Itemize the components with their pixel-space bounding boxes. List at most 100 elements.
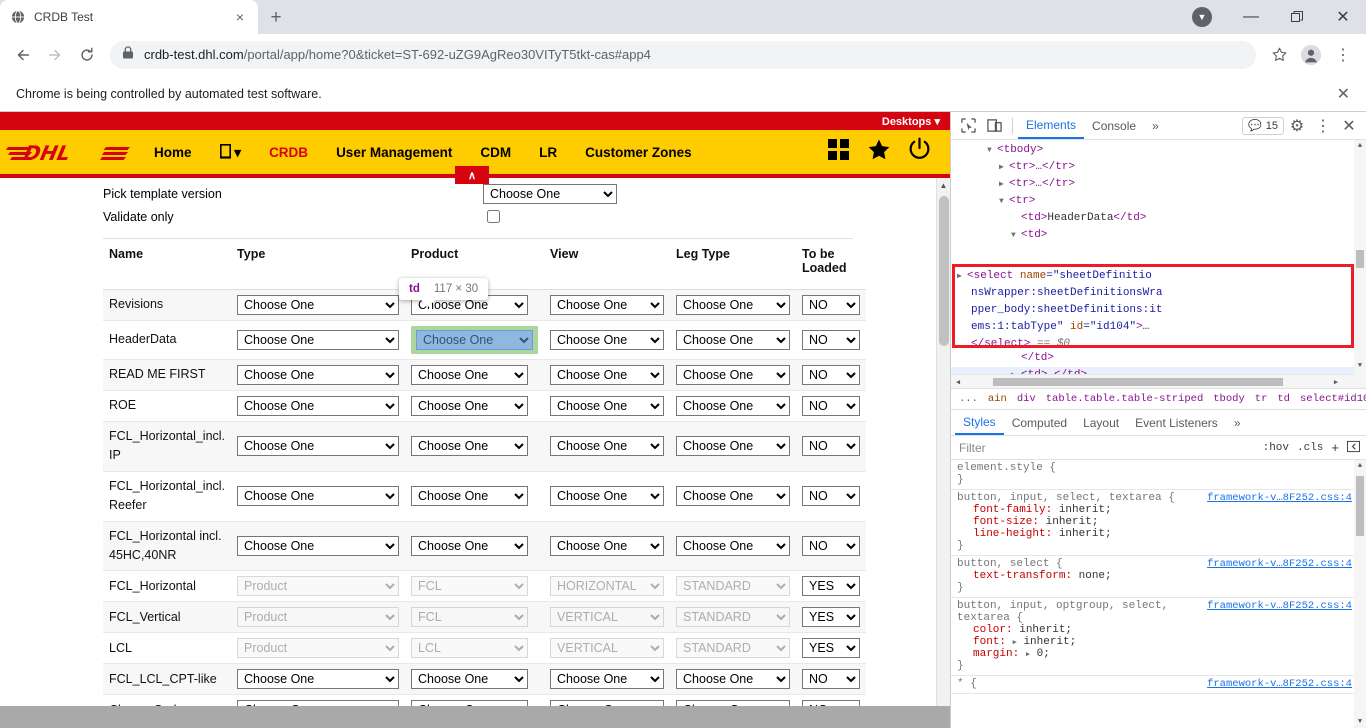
- nav-item-home[interactable]: Home: [140, 145, 206, 160]
- breadcrumb-item[interactable]: table.table.table-striped: [1041, 393, 1209, 405]
- dom-node[interactable]: </td>: [951, 350, 1355, 367]
- css-source-link[interactable]: framework-v…8F252.css:4: [1207, 678, 1352, 690]
- view-select[interactable]: HORIZONTAL: [550, 576, 665, 597]
- back-icon[interactable]: [8, 40, 38, 70]
- expand-triangle-icon[interactable]: ▶: [1013, 639, 1017, 647]
- profile-icon[interactable]: [1296, 40, 1326, 70]
- view-select[interactable]: Choose One: [550, 365, 665, 385]
- reload-icon[interactable]: [72, 40, 102, 70]
- css-rule[interactable]: button, input, optgroup, select, textarea…: [951, 598, 1366, 676]
- more-styles-tabs-icon[interactable]: »: [1226, 410, 1249, 435]
- type-select[interactable]: Choose One: [237, 330, 400, 350]
- close-icon[interactable]: ×: [232, 9, 248, 25]
- css-rule[interactable]: * {framework-v…8F252.css:4: [951, 676, 1366, 694]
- css-declaration[interactable]: font-family: inherit;: [957, 504, 1360, 516]
- dom-node[interactable]: ▼ <tr>: [951, 193, 1366, 210]
- scroll-up-icon[interactable]: ▲: [937, 178, 950, 192]
- disclosure-triangle-icon[interactable]: ▼: [1011, 227, 1021, 244]
- to-be-loaded-select[interactable]: NO: [802, 396, 861, 416]
- css-declaration[interactable]: text-transform: none;: [957, 570, 1360, 582]
- dom-node[interactable]: ▶ <tr>…</tr>: [951, 176, 1366, 193]
- css-source-link[interactable]: framework-v…8F252.css:4: [1207, 558, 1352, 570]
- view-select[interactable]: Choose One: [550, 396, 665, 416]
- nav-item-user-management[interactable]: User Management: [322, 145, 466, 160]
- styles-vertical-scrollbar[interactable]: ▲ ▼: [1354, 460, 1366, 728]
- disclosure-triangle-icon[interactable]: ▼: [999, 193, 1009, 210]
- type-select[interactable]: Product: [237, 607, 400, 628]
- view-select[interactable]: Choose One: [550, 295, 665, 315]
- breadcrumb-item[interactable]: tbody: [1208, 393, 1250, 405]
- type-select[interactable]: Product: [237, 576, 400, 597]
- type-select[interactable]: Choose One: [237, 396, 400, 416]
- highlighted-select-node[interactable]: ▶ <select name="sheetDefinitio nsWrapper:s…: [957, 268, 1349, 353]
- dom-node-line[interactable]: ▶ <select name="sheetDefinitio: [957, 268, 1349, 285]
- to-be-loaded-select[interactable]: NO: [802, 330, 861, 350]
- disclosure-triangle-icon[interactable]: ▶: [999, 176, 1009, 193]
- power-icon[interactable]: [907, 137, 932, 167]
- css-declaration[interactable]: margin: ▶ 0;: [957, 648, 1360, 660]
- hov-button[interactable]: :hov: [1263, 442, 1289, 454]
- to-be-loaded-select[interactable]: YES: [802, 576, 861, 597]
- to-be-loaded-select[interactable]: NO: [802, 669, 861, 690]
- product-select[interactable]: Choose One: [411, 535, 529, 556]
- scroll-left-icon[interactable]: ◀: [951, 375, 965, 388]
- address-bar[interactable]: crdb-test.dhl.com/portal/app/home?0&tick…: [110, 40, 1256, 69]
- dhl-logo[interactable]: DHL: [0, 130, 140, 174]
- product-select[interactable]: FCL: [411, 607, 529, 628]
- bookmark-star-icon[interactable]: [1264, 40, 1294, 70]
- issues-badge[interactable]: 💬 15: [1242, 116, 1284, 135]
- type-select[interactable]: Choose One: [237, 295, 400, 315]
- tab-event-listeners[interactable]: Event Listeners: [1127, 410, 1226, 435]
- scroll-right-icon[interactable]: ▶: [1329, 375, 1343, 388]
- tab-computed[interactable]: Computed: [1004, 410, 1075, 435]
- to-be-loaded-select[interactable]: NO: [802, 436, 861, 457]
- leg-type-select[interactable]: STANDARD: [676, 607, 791, 628]
- expand-triangle-icon[interactable]: ▶: [1026, 651, 1030, 659]
- css-declaration[interactable]: font: ▶ inherit;: [957, 636, 1360, 648]
- dom-node[interactable]: ▼ <td>: [951, 227, 1366, 244]
- dom-tree[interactable]: ▼ <tbody> ▶ <tr>…</tr> ▶ <tr>…</tr> ▼ <tr> <td>H…: [951, 140, 1366, 388]
- product-select[interactable]: FCL: [411, 576, 529, 597]
- nav-item-apps-dropdown[interactable]: ▾: [206, 142, 256, 161]
- css-rule[interactable]: button, input, select, textarea {framewo…: [951, 490, 1366, 556]
- leg-type-select[interactable]: Choose One: [676, 486, 791, 507]
- chrome-menu-icon[interactable]: ⋮: [1328, 40, 1358, 70]
- view-select[interactable]: Choose One: [550, 486, 665, 507]
- scroll-up-icon[interactable]: ▲: [1354, 460, 1366, 472]
- disclosure-triangle-icon[interactable]: ▼: [987, 142, 997, 159]
- nav-item-lr[interactable]: LR: [525, 145, 571, 160]
- css-rule[interactable]: element.style {}: [951, 460, 1366, 490]
- scroll-up-icon[interactable]: ▲: [1354, 140, 1366, 152]
- to-be-loaded-select[interactable]: NO: [802, 295, 861, 315]
- scroll-down-icon[interactable]: ▼: [1354, 360, 1366, 372]
- breadcrumb-item[interactable]: ...: [954, 393, 983, 405]
- to-be-loaded-select[interactable]: YES: [802, 638, 861, 659]
- breadcrumb-item[interactable]: select#id104: [1295, 393, 1366, 405]
- to-be-loaded-select[interactable]: YES: [802, 607, 861, 628]
- css-selector[interactable]: element.style {: [957, 462, 1360, 474]
- scrollbar-thumb[interactable]: [993, 378, 1283, 386]
- scrollbar-thumb[interactable]: [1356, 476, 1364, 536]
- tab-console[interactable]: Console: [1084, 112, 1144, 139]
- leg-type-select[interactable]: STANDARD: [676, 576, 791, 597]
- page-vertical-scrollbar[interactable]: ▲: [936, 178, 950, 722]
- nav-item-crdb[interactable]: CRDB: [255, 145, 322, 160]
- star-icon[interactable]: [867, 138, 891, 167]
- scrollbar-thumb[interactable]: [939, 196, 949, 346]
- leg-type-select[interactable]: Choose One: [676, 330, 791, 350]
- product-select[interactable]: Choose One: [411, 436, 529, 457]
- type-select[interactable]: Choose One: [237, 436, 400, 457]
- filter-input[interactable]: [957, 439, 1255, 456]
- type-select[interactable]: Product: [237, 638, 400, 659]
- product-select[interactable]: Choose One: [411, 396, 529, 416]
- disclosure-triangle-icon[interactable]: ▶: [957, 268, 967, 285]
- type-select[interactable]: Choose One: [237, 365, 400, 385]
- breadcrumb-item[interactable]: tr: [1250, 393, 1273, 405]
- gear-icon[interactable]: ⚙: [1284, 113, 1310, 139]
- scroll-down-icon[interactable]: ▼: [1354, 716, 1366, 728]
- product-select[interactable]: LCL: [411, 638, 529, 659]
- leg-type-select[interactable]: Choose One: [676, 535, 791, 556]
- minimize-button[interactable]: —: [1228, 0, 1274, 34]
- dom-node[interactable]: ▶ <tr>…</tr>: [951, 159, 1366, 176]
- pick-template-select[interactable]: Choose One: [483, 183, 617, 204]
